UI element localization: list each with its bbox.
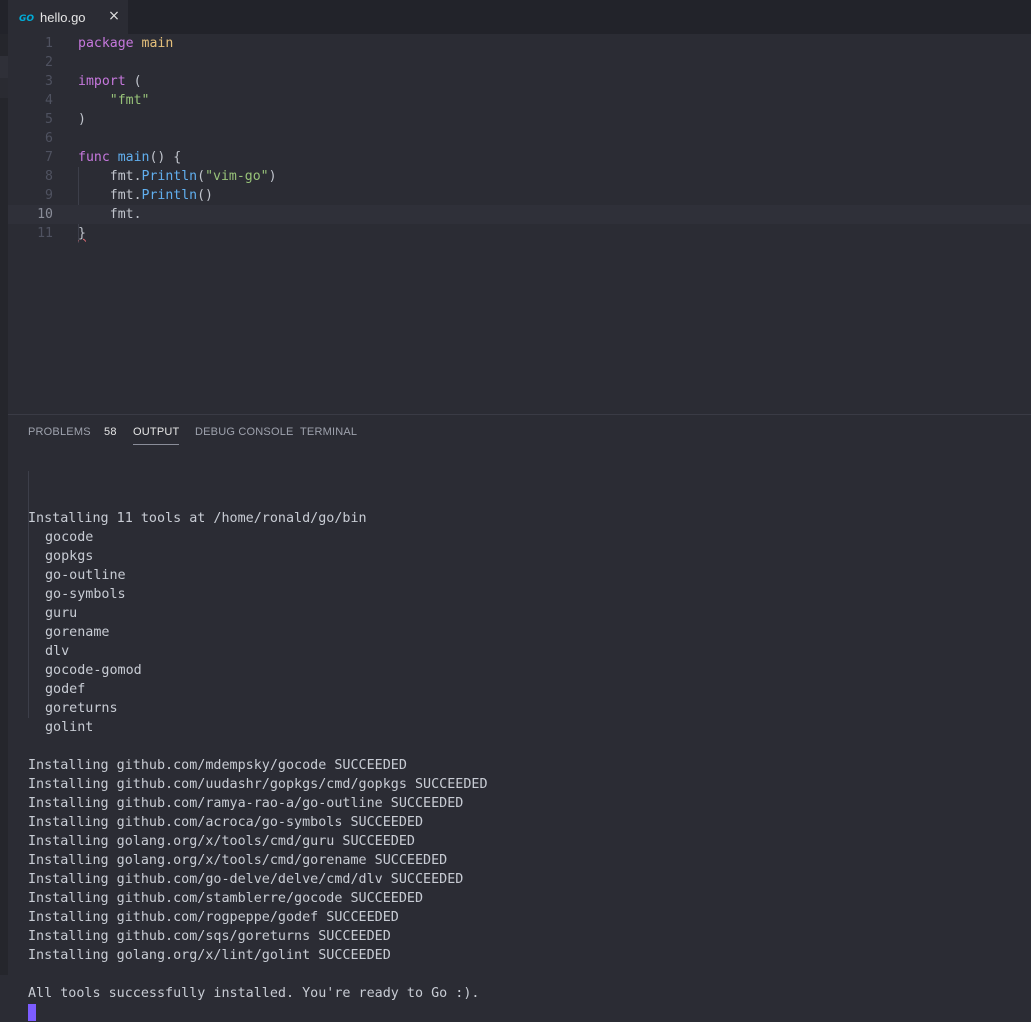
line-number: 1: [45, 36, 53, 51]
code-line[interactable]: 3 import (: [8, 72, 1031, 91]
code-line[interactable]: 2: [8, 53, 1031, 72]
tool-item: gocode-gomod: [45, 663, 142, 678]
code-line[interactable]: 4 "fmt": [8, 91, 1031, 110]
line-number: 11: [37, 226, 53, 241]
line-number: 6: [45, 131, 53, 146]
line-number: 5: [45, 112, 53, 127]
code-text: fmt.Println(): [78, 186, 213, 205]
code-token: fmt.: [78, 188, 142, 203]
code-token: (): [197, 188, 213, 203]
line-number: 9: [45, 188, 53, 203]
strip-mark: [0, 56, 8, 78]
code-token: "vim-go": [205, 169, 269, 184]
tool-item: golint: [45, 720, 94, 735]
line-number: 3: [45, 74, 53, 89]
code-line[interactable]: 7 func main() {: [8, 148, 1031, 167]
tab-hello-go[interactable]: GO hello.go ×: [8, 0, 128, 34]
install-result-line: Installing github.com/ramya-rao-a/go-out…: [28, 796, 464, 811]
install-result-line: Installing github.com/go-delve/delve/cmd…: [28, 872, 464, 887]
code-token: ): [268, 169, 277, 184]
strip-mark: [0, 78, 8, 98]
code-token: ): [78, 112, 86, 127]
tab-bar: GO hello.go ×: [0, 0, 1031, 34]
tab-debug-console[interactable]: DEBUG CONSOLE: [195, 426, 294, 438]
code-line[interactable]: 10 fmt.: [8, 205, 1031, 224]
code-text: import (: [78, 72, 142, 91]
code-text: "fmt": [78, 91, 150, 110]
output-log[interactable]: Installing 11 tools at /home/ronald/go/b…: [28, 452, 1018, 1022]
tool-item: goreturns: [45, 701, 118, 716]
code-line[interactable]: 6: [8, 129, 1031, 148]
tab-label: hello.go: [40, 9, 86, 25]
code-line[interactable]: 11}: [8, 224, 1031, 243]
install-result-line: Installing github.com/mdempsky/gocode SU…: [28, 758, 407, 773]
tool-item: godef: [45, 682, 86, 697]
bottom-panel: PROBLEMS 58 OUTPUT DEBUG CONSOLE TERMINA…: [8, 414, 1031, 1021]
code-line[interactable]: 8 fmt.Println("vim-go"): [8, 167, 1031, 186]
tab-problems-label: PROBLEMS: [28, 426, 91, 438]
svg-text:GO: GO: [19, 14, 34, 22]
code-token: fmt.: [78, 207, 142, 222]
install-result-line: Installing golang.org/x/lint/golint SUCC…: [28, 948, 391, 963]
code-token: Println: [141, 188, 198, 203]
tool-item: go-symbols: [45, 587, 126, 602]
final-message-line: All tools successfully installed. You're…: [28, 986, 480, 1001]
tab-problems[interactable]: PROBLEMS 58: [28, 426, 117, 438]
install-result-line: Installing github.com/acroca/go-symbols …: [28, 815, 424, 830]
code-token: (: [125, 74, 142, 89]
line-number: 7: [45, 150, 53, 165]
code-text: fmt.Println("vim-go"): [78, 167, 277, 186]
problems-count-badge: 58: [104, 426, 117, 438]
install-result-line: Installing golang.org/x/tools/cmd/gorena…: [28, 853, 448, 868]
install-result-line: Installing github.com/uudashr/gopkgs/cmd…: [28, 777, 488, 792]
indent-guide: [28, 471, 29, 718]
text-cursor: [28, 1003, 36, 1021]
code-token: }: [78, 226, 86, 241]
line-number: 8: [45, 169, 53, 184]
code-text: func main() {: [78, 148, 181, 167]
code-line[interactable]: 1 package main: [8, 34, 1031, 53]
tool-item: go-outline: [45, 568, 126, 583]
line-number: 10: [37, 207, 53, 222]
tab-terminal[interactable]: TERMINAL: [300, 426, 357, 438]
tool-item: gopkgs: [45, 549, 94, 564]
code-token: () {: [149, 150, 182, 165]
code-line[interactable]: 5): [8, 110, 1031, 129]
tool-item: gocode: [45, 530, 94, 545]
code-token: "fmt": [109, 93, 150, 108]
tool-item: dlv: [45, 644, 70, 659]
code-token: main: [141, 36, 174, 51]
tab-output[interactable]: OUTPUT: [133, 426, 180, 445]
code-token: fmt.: [78, 169, 142, 184]
install-result-line: Installing github.com/sqs/goreturns SUCC…: [28, 929, 391, 944]
code-token: import: [78, 74, 126, 89]
cursor-line: [28, 1003, 1018, 1022]
line-number: 4: [45, 93, 53, 108]
code-token: Println: [141, 169, 198, 184]
code-text: ): [78, 110, 86, 129]
install-result-line: Installing github.com/stamblerre/gocode …: [28, 891, 424, 906]
code-token: package: [78, 36, 134, 51]
code-token: (: [197, 169, 206, 184]
code-token: func: [78, 150, 110, 165]
tool-item: gorename: [45, 625, 110, 640]
code-text: fmt.: [78, 205, 142, 224]
install-result-line: Installing golang.org/x/tools/cmd/guru S…: [28, 834, 415, 849]
close-icon[interactable]: ×: [108, 9, 120, 23]
output-header-line: Installing 11 tools at /home/ronald/go/b…: [28, 511, 367, 526]
install-result-line: Installing github.com/rogpeppe/godef SUC…: [28, 910, 399, 925]
line-number: 2: [45, 55, 53, 70]
code-text: package main: [78, 34, 173, 53]
code-text: }: [78, 224, 86, 243]
go-file-icon: GO: [19, 12, 35, 22]
code-editor[interactable]: 1 package main 2 3 import (4 "fmt" 5) 6 7 func m…: [8, 34, 1031, 414]
code-line[interactable]: 9 fmt.Println(): [8, 186, 1031, 205]
tool-item: guru: [45, 606, 78, 621]
code-token: main: [117, 150, 150, 165]
activity-strip: [0, 34, 8, 975]
